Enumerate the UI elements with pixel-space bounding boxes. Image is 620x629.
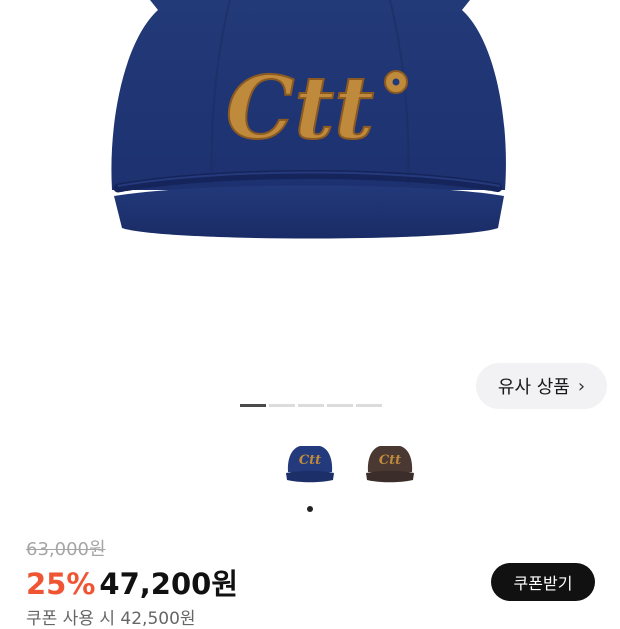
original-price: 63,000원 bbox=[26, 539, 106, 560]
color-thumbnails: Ctt Ctt bbox=[0, 440, 620, 490]
coupon-price-note: 쿠폰 사용 시 42,500원 bbox=[26, 609, 196, 629]
thumbnail-indicator-dot bbox=[307, 506, 313, 512]
thumbnail-navy-image: Ctt bbox=[286, 446, 334, 483]
svg-text:Ctt: Ctt bbox=[379, 453, 401, 468]
chevron-right-icon: › bbox=[577, 375, 586, 397]
pager-segment[interactable] bbox=[269, 404, 295, 407]
thumbnail-brown[interactable]: Ctt bbox=[362, 440, 418, 490]
get-coupon-button[interactable]: 쿠폰받기 bbox=[491, 563, 595, 601]
discount-rate: 25% bbox=[26, 567, 96, 601]
similar-products-button[interactable]: 유사 상품 › bbox=[476, 363, 607, 409]
thumbnail-navy[interactable]: Ctt bbox=[282, 440, 338, 490]
cap-illustration: Ctt bbox=[111, 0, 506, 239]
price-row: 25% 47,200원 bbox=[26, 561, 238, 603]
image-pager bbox=[240, 404, 382, 407]
svg-text:Ctt: Ctt bbox=[299, 453, 321, 468]
pager-segment[interactable] bbox=[356, 404, 382, 407]
cap-brim bbox=[114, 185, 504, 239]
pager-segment[interactable] bbox=[327, 404, 353, 407]
product-image[interactable]: Ctt bbox=[0, 0, 620, 395]
pager-segment[interactable] bbox=[240, 404, 266, 407]
thumbnail-brown-image: Ctt bbox=[366, 446, 414, 483]
similar-products-label: 유사 상품 bbox=[497, 377, 570, 398]
sale-price: 47,200원 bbox=[99, 567, 239, 601]
pager-segment[interactable] bbox=[298, 404, 324, 407]
svg-text:Ctt: Ctt bbox=[226, 58, 374, 159]
